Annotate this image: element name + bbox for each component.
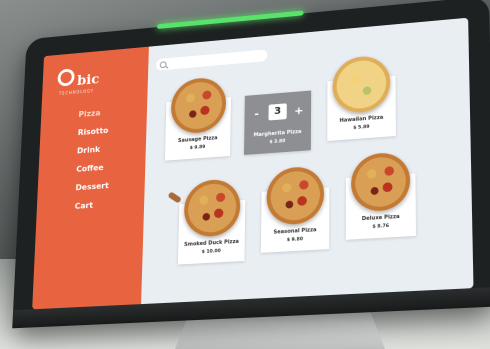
product-card-seasonal[interactable]: Seasonal Pizza $ 9.80: [260, 165, 330, 253]
decrement-button[interactable]: -: [250, 107, 262, 121]
product-name: Smoked Duck Pizza: [184, 238, 239, 248]
pizza-image: [183, 178, 241, 238]
product-price: $ 9.89: [189, 144, 206, 152]
search-bar[interactable]: [155, 49, 268, 71]
pos-tablet: bic TECHNOLOGY Pizza Risotto Drink Coffe…: [12, 0, 490, 329]
product-card-smoked-duck[interactable]: Smoked Duck Pizza $ 10.00: [167, 178, 246, 265]
screen: bic TECHNOLOGY Pizza Risotto Drink Coffe…: [32, 17, 474, 310]
pizza-image: [170, 76, 227, 135]
product-card-margherita[interactable]: - 3 + Margherita Pizza $ 3.80: [243, 90, 312, 155]
category-nav: Pizza Risotto Drink Coffee Dessert Cart: [36, 100, 147, 218]
product-price: $ 5.89: [353, 124, 370, 132]
search-input[interactable]: [170, 51, 263, 68]
quantity-value: 3: [268, 103, 287, 121]
search-icon: [159, 60, 167, 68]
product-grid: Sausage Pizza $ 9.89 - 3 + Margherita Pi…: [141, 18, 473, 304]
serving-board: [167, 191, 182, 204]
product-card-sausage[interactable]: Sausage Pizza $ 9.89: [164, 76, 232, 161]
product-price: $ 8.76: [372, 223, 390, 230]
brand-name: bic: [76, 71, 100, 89]
pizza-image: [351, 151, 411, 213]
product-card-hawaiian[interactable]: Hawaiian Pizza $ 5.89: [327, 54, 396, 141]
product-name: Deluxe Pizza: [361, 213, 400, 223]
pizza-image: [266, 165, 325, 226]
status-led: [157, 10, 304, 29]
product-price: $ 9.80: [286, 237, 304, 244]
pizza-image: [332, 54, 391, 115]
logo-ring-icon: [57, 68, 75, 87]
product-price: $ 10.00: [201, 248, 221, 256]
increment-button[interactable]: +: [293, 103, 305, 117]
product-card-deluxe[interactable]: Deluxe Pizza $ 8.76: [345, 151, 417, 240]
product-price: $ 3.80: [269, 139, 286, 146]
product-name: Seasonal Pizza: [273, 227, 317, 236]
sidebar: bic TECHNOLOGY Pizza Risotto Drink Coffe…: [32, 46, 149, 310]
quantity-stepper: - 3 +: [250, 101, 305, 123]
